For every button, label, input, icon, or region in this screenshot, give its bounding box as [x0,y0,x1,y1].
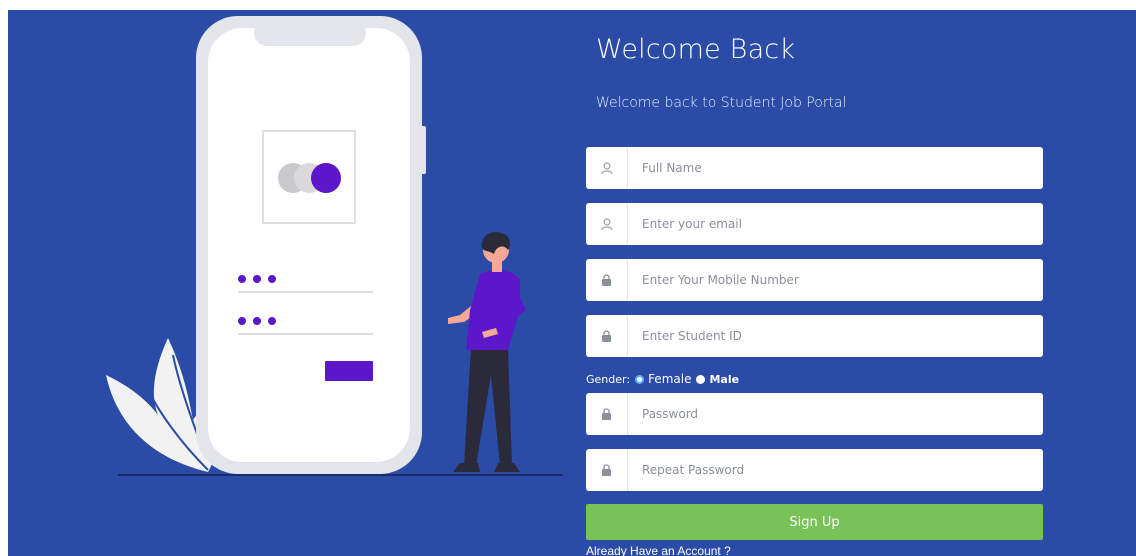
gender-label: Gender: [586,372,631,386]
password-input[interactable] [628,394,1043,434]
student-id-input[interactable] [628,316,1043,356]
phone-illustration [106,16,563,476]
user-icon [586,203,628,245]
female-radio[interactable] [635,374,645,384]
password-dots-2 [238,317,276,325]
password-dots-1 [238,275,276,283]
user-icon [586,147,628,189]
signup-form: Welcome Back Welcome back to Student Job… [586,10,1056,556]
lock-icon [586,393,628,435]
page-title: Welcome Back [596,34,796,65]
lock-icon [586,259,628,301]
male-label: Male [709,372,740,386]
phone-notch [254,20,366,46]
login-link[interactable]: Already Have an Account ? [586,544,731,556]
student-id-field [586,315,1043,357]
repeat-password-field [586,449,1043,491]
page-subtitle: Welcome back to Student Job Portal [596,95,847,111]
password-field [586,393,1043,435]
signup-panel: Welcome Back Welcome back to Student Job… [8,10,1136,556]
gender-selector: Gender: Female Male [586,371,739,387]
person-figure [448,232,526,472]
phone-side-button [420,126,426,174]
full-name-field [586,147,1043,189]
sign-up-button[interactable]: Sign Up [586,504,1043,540]
mobile-input[interactable] [628,260,1043,300]
phone-button [325,361,373,381]
email-input[interactable] [628,204,1043,244]
female-label: Female [648,372,692,386]
lock-icon [586,449,628,491]
mobile-field [586,259,1043,301]
phone-screen [208,28,410,462]
repeat-password-input[interactable] [628,450,1043,490]
lock-icon [586,315,628,357]
email-field [586,203,1043,245]
full-name-input[interactable] [628,148,1043,188]
male-radio[interactable] [696,374,706,384]
